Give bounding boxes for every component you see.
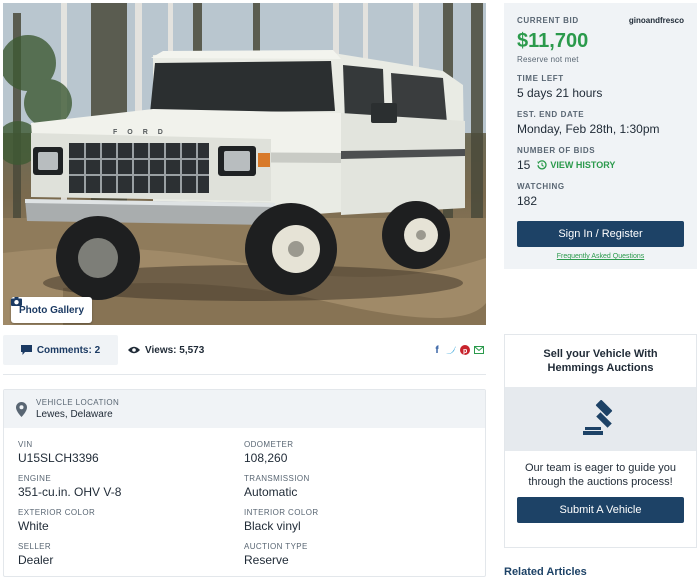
spec-value: U15SLCH3396 bbox=[18, 451, 99, 465]
seller-username[interactable]: ginoandfresco bbox=[629, 16, 684, 25]
number-of-bids-label: NUMBER OF BIDS bbox=[517, 146, 596, 155]
spec-vin: VIN U15SLCH3396 bbox=[18, 440, 244, 465]
vehicle-location: VEHICLE LOCATION Lewes, Delaware bbox=[4, 390, 485, 428]
comment-icon bbox=[20, 345, 32, 355]
views-count: Views: 5,573 bbox=[128, 345, 204, 356]
time-left-block: TIME LEFT 5 days 21 hours bbox=[517, 74, 684, 100]
hood-lettering: FORD bbox=[113, 129, 173, 136]
vehicle-photo[interactable]: FORD Photo Gallery bbox=[3, 3, 486, 325]
svg-text:p: p bbox=[463, 348, 467, 355]
spec-value: Automatic bbox=[244, 485, 298, 499]
spec-transmission: TRANSMISSION Automatic bbox=[244, 474, 470, 499]
spec-label: INTERIOR COLOR bbox=[244, 508, 319, 517]
spec-auction-type: AUCTION TYPE Reserve bbox=[244, 542, 470, 567]
faq-link[interactable]: Frequently Asked Questions bbox=[517, 253, 684, 260]
eye-icon bbox=[128, 346, 140, 354]
sell-panel-title: Sell your Vehicle With Hemmings Auctions bbox=[543, 348, 658, 374]
location-value: Lewes, Delaware bbox=[36, 409, 113, 420]
spec-value: 351-cu.in. OHV V-8 bbox=[18, 485, 122, 499]
pinterest-icon[interactable]: p bbox=[460, 345, 470, 355]
map-pin-icon bbox=[16, 401, 27, 417]
watching-block: WATCHING 182 bbox=[517, 182, 684, 208]
current-bid-header: CURRENT BID ginoandfresco bbox=[517, 16, 684, 25]
spec-odometer: ODOMETER 108,260 bbox=[244, 440, 470, 465]
end-date-value: Monday, Feb 28th, 1:30pm bbox=[517, 122, 660, 136]
watching-label: WATCHING bbox=[517, 182, 565, 191]
views-label: Views: 5,573 bbox=[145, 344, 205, 356]
truck-illustration: FORD bbox=[3, 3, 486, 325]
end-date-label: EST. END DATE bbox=[517, 110, 585, 119]
time-left-label: TIME LEFT bbox=[517, 74, 564, 83]
spec-label: AUCTION TYPE bbox=[244, 542, 308, 551]
spec-value: 108,260 bbox=[244, 451, 288, 465]
vehicle-details-card: VEHICLE LOCATION Lewes, Delaware VIN U15… bbox=[3, 389, 486, 577]
sell-vehicle-panel: Sell your Vehicle With Hemmings Auctions… bbox=[504, 334, 697, 548]
comments-count: Comments: 2 bbox=[36, 344, 101, 356]
camera-icon bbox=[11, 297, 22, 306]
sell-panel-text: Our team is eager to guide you through t… bbox=[524, 462, 677, 488]
reserve-status: Reserve not met bbox=[517, 55, 579, 64]
share-icons: f p bbox=[432, 345, 486, 356]
comments-button[interactable]: Comments: 2 bbox=[3, 335, 118, 365]
spec-label: EXTERIOR COLOR bbox=[18, 508, 96, 517]
email-icon[interactable] bbox=[474, 345, 484, 355]
view-history-label: VIEW HISTORY bbox=[550, 160, 616, 170]
facebook-icon[interactable]: f bbox=[432, 345, 442, 356]
photo-gallery-button[interactable]: Photo Gallery bbox=[11, 297, 93, 323]
number-of-bids-value: 15 bbox=[517, 158, 531, 172]
number-of-bids-block: NUMBER OF BIDS 15 VIEW HISTORY bbox=[517, 146, 684, 172]
current-bid-label: CURRENT BID bbox=[517, 16, 579, 25]
photo-gallery-label: Photo Gallery bbox=[19, 304, 85, 316]
view-history-link[interactable]: VIEW HISTORY bbox=[537, 160, 615, 170]
spec-label: VIN bbox=[18, 440, 33, 449]
stats-divider bbox=[3, 374, 486, 375]
history-icon bbox=[537, 160, 547, 170]
spec-label: TRANSMISSION bbox=[244, 474, 310, 483]
location-label: VEHICLE LOCATION bbox=[36, 398, 120, 407]
watching-value: 182 bbox=[517, 194, 538, 208]
gavel-icon bbox=[582, 400, 612, 435]
spec-grid: VIN U15SLCH3396 ODOMETER 108,260 ENGINE … bbox=[4, 428, 485, 567]
sign-in-register-button[interactable]: Sign In / Register bbox=[517, 221, 684, 247]
spec-label: ENGINE bbox=[18, 474, 52, 483]
spec-value: Dealer bbox=[18, 553, 54, 567]
twitter-icon[interactable] bbox=[446, 345, 456, 355]
spec-value: Black vinyl bbox=[244, 519, 301, 533]
spec-label: ODOMETER bbox=[244, 440, 294, 449]
submit-vehicle-button[interactable]: Submit A Vehicle bbox=[517, 497, 684, 523]
listing-stats-bar: Comments: 2 Views: 5,573 f p bbox=[3, 334, 486, 366]
current-bid-amount: $11,700 bbox=[517, 30, 589, 52]
bid-panel: CURRENT BID ginoandfresco $11,700 Reserv… bbox=[504, 3, 697, 269]
time-left-value: 5 days 21 hours bbox=[517, 86, 603, 100]
gavel-banner bbox=[505, 387, 696, 451]
spec-value: Reserve bbox=[244, 553, 289, 567]
spec-exterior-color: EXTERIOR COLOR White bbox=[18, 508, 244, 533]
end-date-block: EST. END DATE Monday, Feb 28th, 1:30pm bbox=[517, 110, 684, 136]
spec-seller: SELLER Dealer bbox=[18, 542, 244, 567]
spec-interior-color: INTERIOR COLOR Black vinyl bbox=[244, 508, 470, 533]
related-articles-heading: Related Articles bbox=[504, 566, 587, 578]
spec-engine: ENGINE 351-cu.in. OHV V-8 bbox=[18, 474, 244, 499]
spec-label: SELLER bbox=[18, 542, 52, 551]
spec-value: White bbox=[18, 519, 49, 533]
